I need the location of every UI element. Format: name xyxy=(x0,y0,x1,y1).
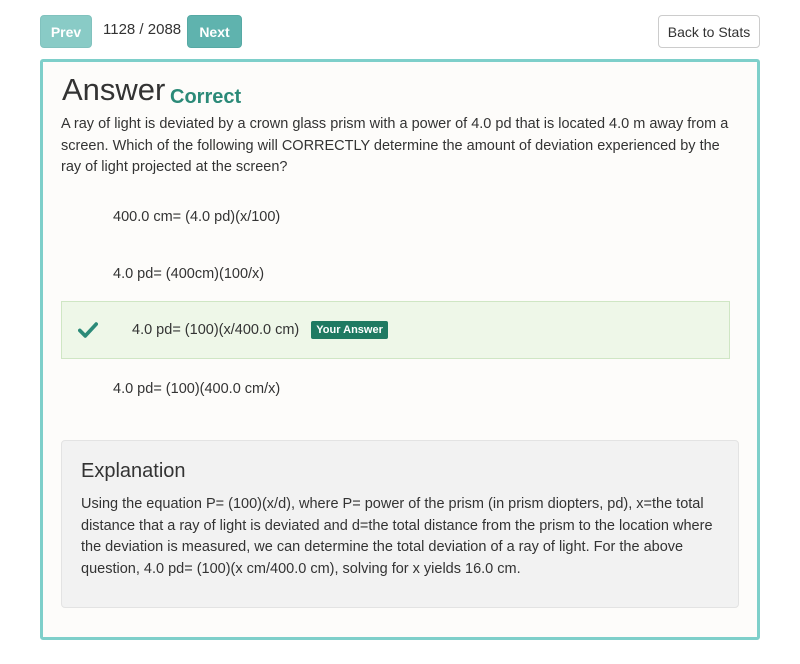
option-label: 4.0 pd= (100)(x/400.0 cm) xyxy=(132,322,300,338)
answer-panel: Answer Correct A ray of light is deviate… xyxy=(40,59,760,640)
answer-option[interactable]: 400.0 cm= (4.0 pd)(x/100) xyxy=(61,188,730,246)
option-label: 400.0 cm= (4.0 pd)(x/100) xyxy=(113,209,281,225)
back-to-stats-button[interactable]: Back to Stats xyxy=(658,15,760,48)
question-text: A ray of light is deviated by a crown gl… xyxy=(61,116,729,175)
checkmark-icon xyxy=(78,320,98,340)
answer-option[interactable]: 4.0 pd= (400cm)(100/x) xyxy=(61,245,730,303)
prev-button[interactable]: Prev xyxy=(40,15,92,48)
result-status: Correct xyxy=(170,86,242,108)
your-answer-badge: Your Answer xyxy=(311,321,388,339)
answer-heading: Answer xyxy=(62,72,166,107)
option-label: 4.0 pd= (400cm)(100/x) xyxy=(113,266,265,282)
top-navigation-bar: Prev 1128 / 2088 Next Back to Stats xyxy=(0,0,800,60)
explanation-text: Using the equation P= (100)(x/d), where … xyxy=(81,496,713,577)
question-counter: 1128 / 2088 xyxy=(103,21,182,38)
answer-option-selected[interactable]: 4.0 pd= (100)(x/400.0 cm) Your Answer xyxy=(61,301,730,359)
option-label: 4.0 pd= (100)(400.0 cm/x) xyxy=(113,381,281,397)
next-button[interactable]: Next xyxy=(187,15,242,48)
explanation-box: Explanation Using the equation P= (100)(… xyxy=(61,440,739,608)
answer-option[interactable]: 4.0 pd= (100)(400.0 cm/x) xyxy=(61,360,730,418)
explanation-heading: Explanation xyxy=(81,460,186,482)
